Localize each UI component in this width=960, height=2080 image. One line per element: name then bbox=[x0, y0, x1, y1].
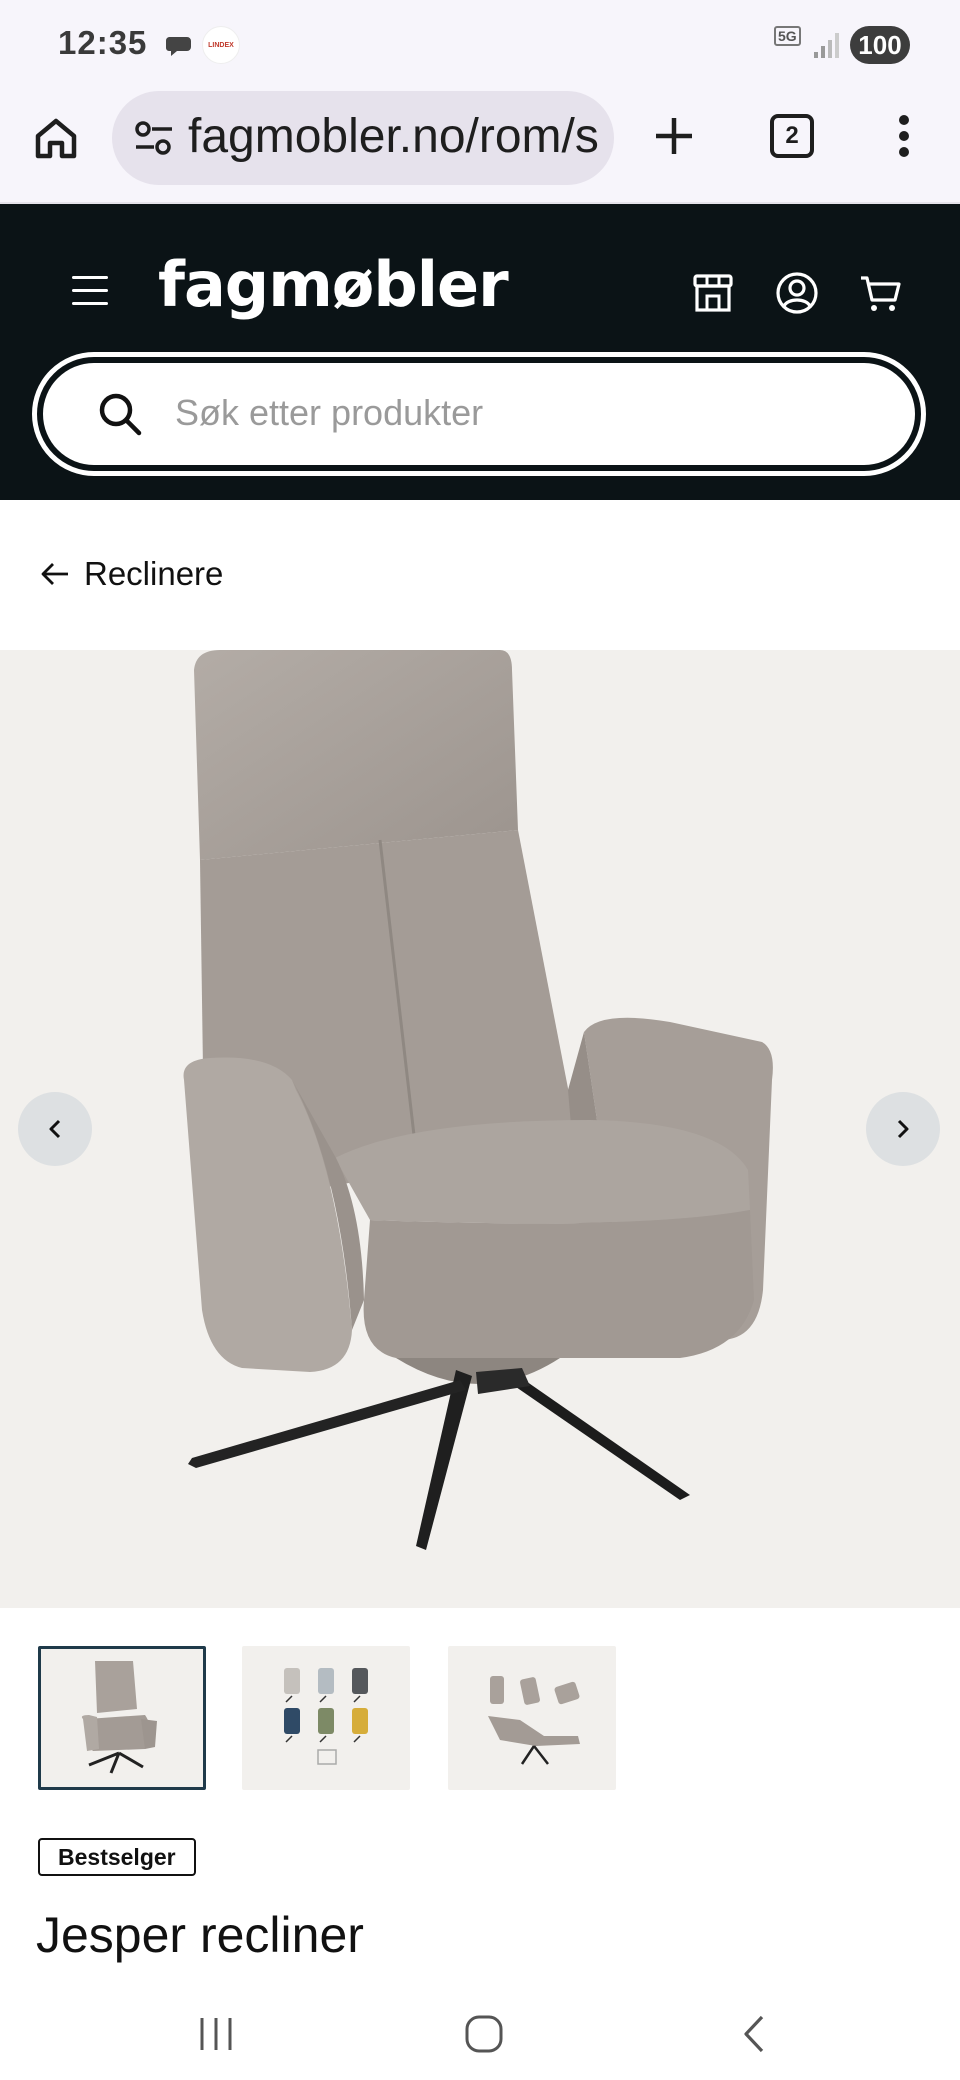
system-back-button[interactable] bbox=[724, 2004, 784, 2064]
hamburger-menu-button[interactable] bbox=[70, 276, 110, 308]
home-icon bbox=[35, 118, 77, 159]
recent-apps-button[interactable] bbox=[186, 2004, 246, 2064]
arrow-left-icon bbox=[41, 563, 68, 585]
site-settings-icon[interactable] bbox=[132, 117, 176, 159]
search-field[interactable] bbox=[43, 363, 915, 465]
gallery-thumbnail[interactable] bbox=[242, 1646, 410, 1790]
product-gallery[interactable] bbox=[0, 650, 960, 1608]
tab-switcher-button[interactable]: 2 bbox=[770, 114, 814, 158]
battery-indicator: 100 bbox=[850, 26, 910, 64]
system-navigation-bar bbox=[0, 1986, 960, 2080]
thumbnail-color-variants-image bbox=[284, 1668, 368, 1765]
gallery-next-button[interactable] bbox=[866, 1092, 940, 1166]
chat-bubble-icon bbox=[166, 37, 191, 56]
status-time: 12:35 bbox=[58, 24, 148, 61]
gallery-thumbnail[interactable] bbox=[38, 1646, 206, 1790]
search-icon[interactable] bbox=[97, 391, 143, 437]
account-icon[interactable] bbox=[774, 270, 820, 316]
product-title: Jesper recliner bbox=[36, 1907, 364, 1963]
address-bar[interactable]: fagmobler.no/rom/s bbox=[112, 91, 614, 185]
recliner-product-image bbox=[183, 650, 773, 1550]
back-chevron-icon bbox=[744, 2015, 764, 2053]
signal-strength-icon bbox=[814, 33, 839, 58]
search-box bbox=[32, 352, 926, 476]
chevron-left-icon bbox=[49, 1119, 61, 1139]
search-input[interactable] bbox=[175, 381, 875, 445]
lindex-app-badge: LINDEX bbox=[202, 26, 240, 64]
thumbnail-recline-positions-image bbox=[488, 1676, 580, 1765]
home-circle-icon bbox=[465, 2015, 503, 2053]
cart-icon[interactable] bbox=[858, 270, 904, 316]
new-tab-button[interactable] bbox=[646, 108, 702, 164]
store-icon[interactable] bbox=[690, 270, 736, 316]
back-link-label[interactable]: Reclinere bbox=[84, 555, 223, 593]
browser-toolbar: fagmobler.no/rom/s 2 bbox=[0, 88, 960, 204]
gallery-previous-button[interactable] bbox=[18, 1092, 92, 1166]
recent-apps-icon bbox=[200, 2018, 232, 2050]
more-vertical-icon bbox=[899, 115, 909, 157]
site-header: fagmøbler bbox=[0, 204, 960, 500]
url-text[interactable]: fagmobler.no/rom/s bbox=[188, 109, 600, 164]
system-home-button[interactable] bbox=[454, 2004, 514, 2064]
browser-menu-button[interactable] bbox=[880, 108, 928, 164]
bestseller-badge: Bestselger bbox=[38, 1838, 196, 1876]
thumbnail-recliner-image bbox=[81, 1661, 157, 1774]
status-bar: 12:35 LINDEX 5G 100 bbox=[0, 0, 960, 88]
network-5g-indicator: 5G bbox=[774, 26, 801, 46]
back-to-category-link[interactable]: Reclinere bbox=[40, 552, 223, 596]
chevron-right-icon bbox=[897, 1119, 909, 1139]
plus-icon bbox=[656, 118, 692, 154]
browser-home-button[interactable] bbox=[30, 112, 82, 164]
site-logo[interactable]: fagmøbler bbox=[158, 248, 509, 321]
gallery-thumbnail[interactable] bbox=[448, 1646, 616, 1790]
